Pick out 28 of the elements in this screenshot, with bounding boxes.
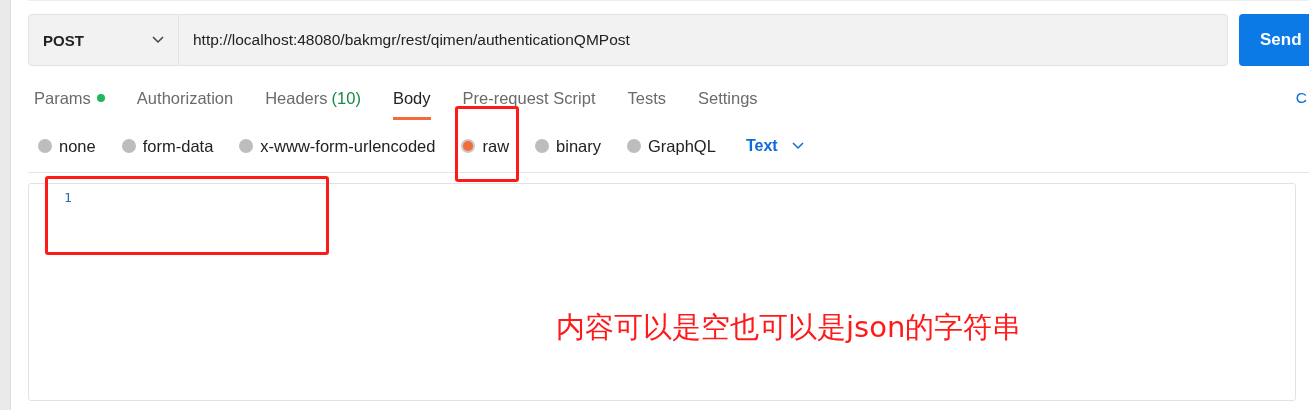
send-button[interactable]: Send (1239, 14, 1309, 66)
request-tab[interactable]: Tests (627, 76, 666, 120)
request-tab[interactable]: Params (34, 76, 105, 120)
body-type-radio[interactable]: binary (535, 136, 601, 156)
request-tab[interactable]: Settings (698, 76, 758, 120)
body-type-radio[interactable]: none (38, 136, 96, 156)
method-dropdown[interactable]: POST (28, 14, 179, 66)
radio-label: GraphQL (648, 136, 716, 156)
request-tab[interactable]: Pre-request Script (462, 76, 596, 120)
request-tab[interactable]: Headers (10) (265, 76, 361, 120)
line-number: 1 (64, 190, 73, 205)
radio-label: none (59, 136, 96, 156)
radio-label: form-data (142, 136, 214, 156)
caret-icon (791, 142, 804, 150)
radio-label: binary (556, 136, 601, 156)
url-field[interactable]: http://localhost:48080/bakmgr/rest/qimen/authenticationQMPost (179, 14, 1228, 66)
radio-label: raw (482, 136, 510, 156)
request-tab[interactable]: Authorization (136, 76, 234, 120)
body-type-radio[interactable]: raw (461, 136, 510, 156)
format-dropdown[interactable]: Text (741, 137, 808, 155)
request-tab[interactable]: Body (392, 76, 431, 120)
body-type-radio[interactable]: GraphQL (627, 136, 716, 156)
body-type-radio[interactable]: form-data (121, 136, 214, 156)
cookies-link[interactable]: C (1295, 76, 1307, 120)
caret-icon (152, 36, 164, 44)
header-count: (10) (331, 88, 361, 108)
code-editor[interactable]: 1 内容可以是空也可以是json的字符串 (28, 183, 1296, 401)
annotation-text: 内容可以是空也可以是json的字符串 (556, 309, 1022, 346)
